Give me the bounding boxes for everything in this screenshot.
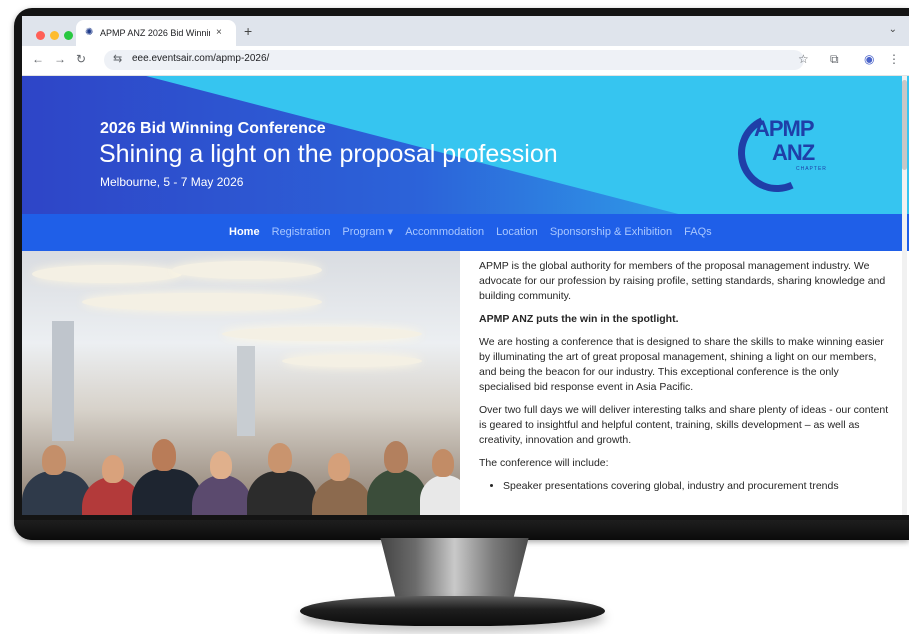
person <box>42 445 66 475</box>
bookmark-star-icon[interactable]: ☆ <box>798 52 809 66</box>
monitor-stand-neck <box>380 538 529 600</box>
logo-line-3: CHAPTER <box>796 166 827 172</box>
screen: ✺ APMP ANZ 2026 Bid Winnin × + ⌄ ← → ↻ ⇆… <box>22 16 909 515</box>
profile-icon[interactable]: ◉ <box>864 52 874 66</box>
nav-accommodation[interactable]: Accommodation <box>405 214 484 251</box>
web-page: 2026 Bid Winning Conference Shining a li… <box>22 76 909 515</box>
extensions-icon[interactable]: ⧉ <box>830 52 839 67</box>
close-window-button[interactable] <box>36 31 45 40</box>
nav-faqs[interactable]: FAQs <box>684 214 712 251</box>
conference-paragraph: We are hosting a conference that is desi… <box>479 336 884 393</box>
nav-registration[interactable]: Registration <box>272 214 331 251</box>
person <box>328 453 350 481</box>
chandelier <box>32 265 182 283</box>
nav-location[interactable]: Location <box>496 214 538 251</box>
browser-tab-bar: ✺ APMP ANZ 2026 Bid Winnin × + ⌄ <box>22 16 909 46</box>
tab-title: APMP ANZ 2026 Bid Winnin <box>100 28 210 38</box>
tab-search-icon[interactable]: ⌄ <box>889 24 897 35</box>
hero-kicker: 2026 Bid Winning Conference <box>100 120 326 137</box>
site-info-icon[interactable]: ⇆ <box>113 52 122 65</box>
includes-list: Speaker presentations covering global, i… <box>479 479 889 494</box>
address-toolbar: ← → ↻ ⇆ eee.eventsair.com/apmp-2026/ ☆ ⧉… <box>22 46 909 76</box>
window-controls <box>36 27 78 45</box>
forward-icon[interactable]: → <box>54 52 66 66</box>
apmp-anz-logo[interactable]: APMP ANZ CHAPTER <box>727 102 834 203</box>
chandelier <box>172 261 322 279</box>
monitor-stand-base <box>300 596 605 626</box>
intro-paragraph: APMP is the global authority for members… <box>479 260 886 302</box>
person <box>247 471 317 515</box>
hero-dates: Melbourne, 5 - 7 May 2026 <box>100 175 244 189</box>
person <box>192 475 252 515</box>
browser-tab[interactable]: ✺ APMP ANZ 2026 Bid Winnin × <box>76 20 236 46</box>
chandelier <box>82 293 322 311</box>
maximize-window-button[interactable] <box>64 31 73 40</box>
hero-headline: Shining a light on the proposal professi… <box>99 140 558 168</box>
person <box>152 439 176 471</box>
minimize-window-button[interactable] <box>50 31 59 40</box>
tab-close-icon[interactable]: × <box>216 20 222 46</box>
reload-icon[interactable]: ↻ <box>76 52 86 66</box>
address-bar[interactable]: ⇆ eee.eventsair.com/apmp-2026/ <box>104 50 804 70</box>
page-scrollbar[interactable] <box>902 76 907 515</box>
conference-crowd-photo <box>22 251 460 515</box>
new-tab-button[interactable]: + <box>244 23 252 39</box>
nav-sponsorship-exhibition[interactable]: Sponsorship & Exhibition <box>550 214 672 251</box>
site-navigation: Home Registration Program ▾ Accommodatio… <box>22 214 909 251</box>
person <box>312 477 372 515</box>
person <box>420 475 460 515</box>
person <box>268 443 292 473</box>
hero-banner: 2026 Bid Winning Conference Shining a li… <box>22 76 909 214</box>
intro-article: APMP is the global authority for members… <box>479 259 889 494</box>
person <box>210 451 232 479</box>
crowd <box>22 431 460 515</box>
pillar <box>52 321 74 441</box>
chandelier <box>282 355 422 367</box>
monitor-chin <box>14 520 909 540</box>
pillar <box>237 346 255 436</box>
person <box>102 455 124 483</box>
back-icon[interactable]: ← <box>32 52 44 66</box>
person <box>432 449 454 477</box>
list-item: Speaker presentations covering global, i… <box>503 479 889 494</box>
nav-program[interactable]: Program ▾ <box>342 214 393 251</box>
favicon-icon: ✺ <box>85 27 94 38</box>
spotlight-tagline: APMP ANZ puts the win in the spotlight. <box>479 313 679 325</box>
nav-home[interactable]: Home <box>229 214 260 251</box>
browser-menu-icon[interactable]: ⋮ <box>888 52 900 66</box>
program-paragraph: Over two full days we will deliver inter… <box>479 404 889 446</box>
scrollbar-thumb[interactable] <box>902 80 907 170</box>
chandelier <box>222 327 422 341</box>
person <box>367 469 427 515</box>
person <box>384 441 408 473</box>
logo-line-2: ANZ <box>772 140 815 165</box>
url-text[interactable]: eee.eventsair.com/apmp-2026/ <box>132 53 269 64</box>
includes-heading: The conference will include: <box>479 457 609 469</box>
logo-line-1: APMP <box>754 116 815 141</box>
